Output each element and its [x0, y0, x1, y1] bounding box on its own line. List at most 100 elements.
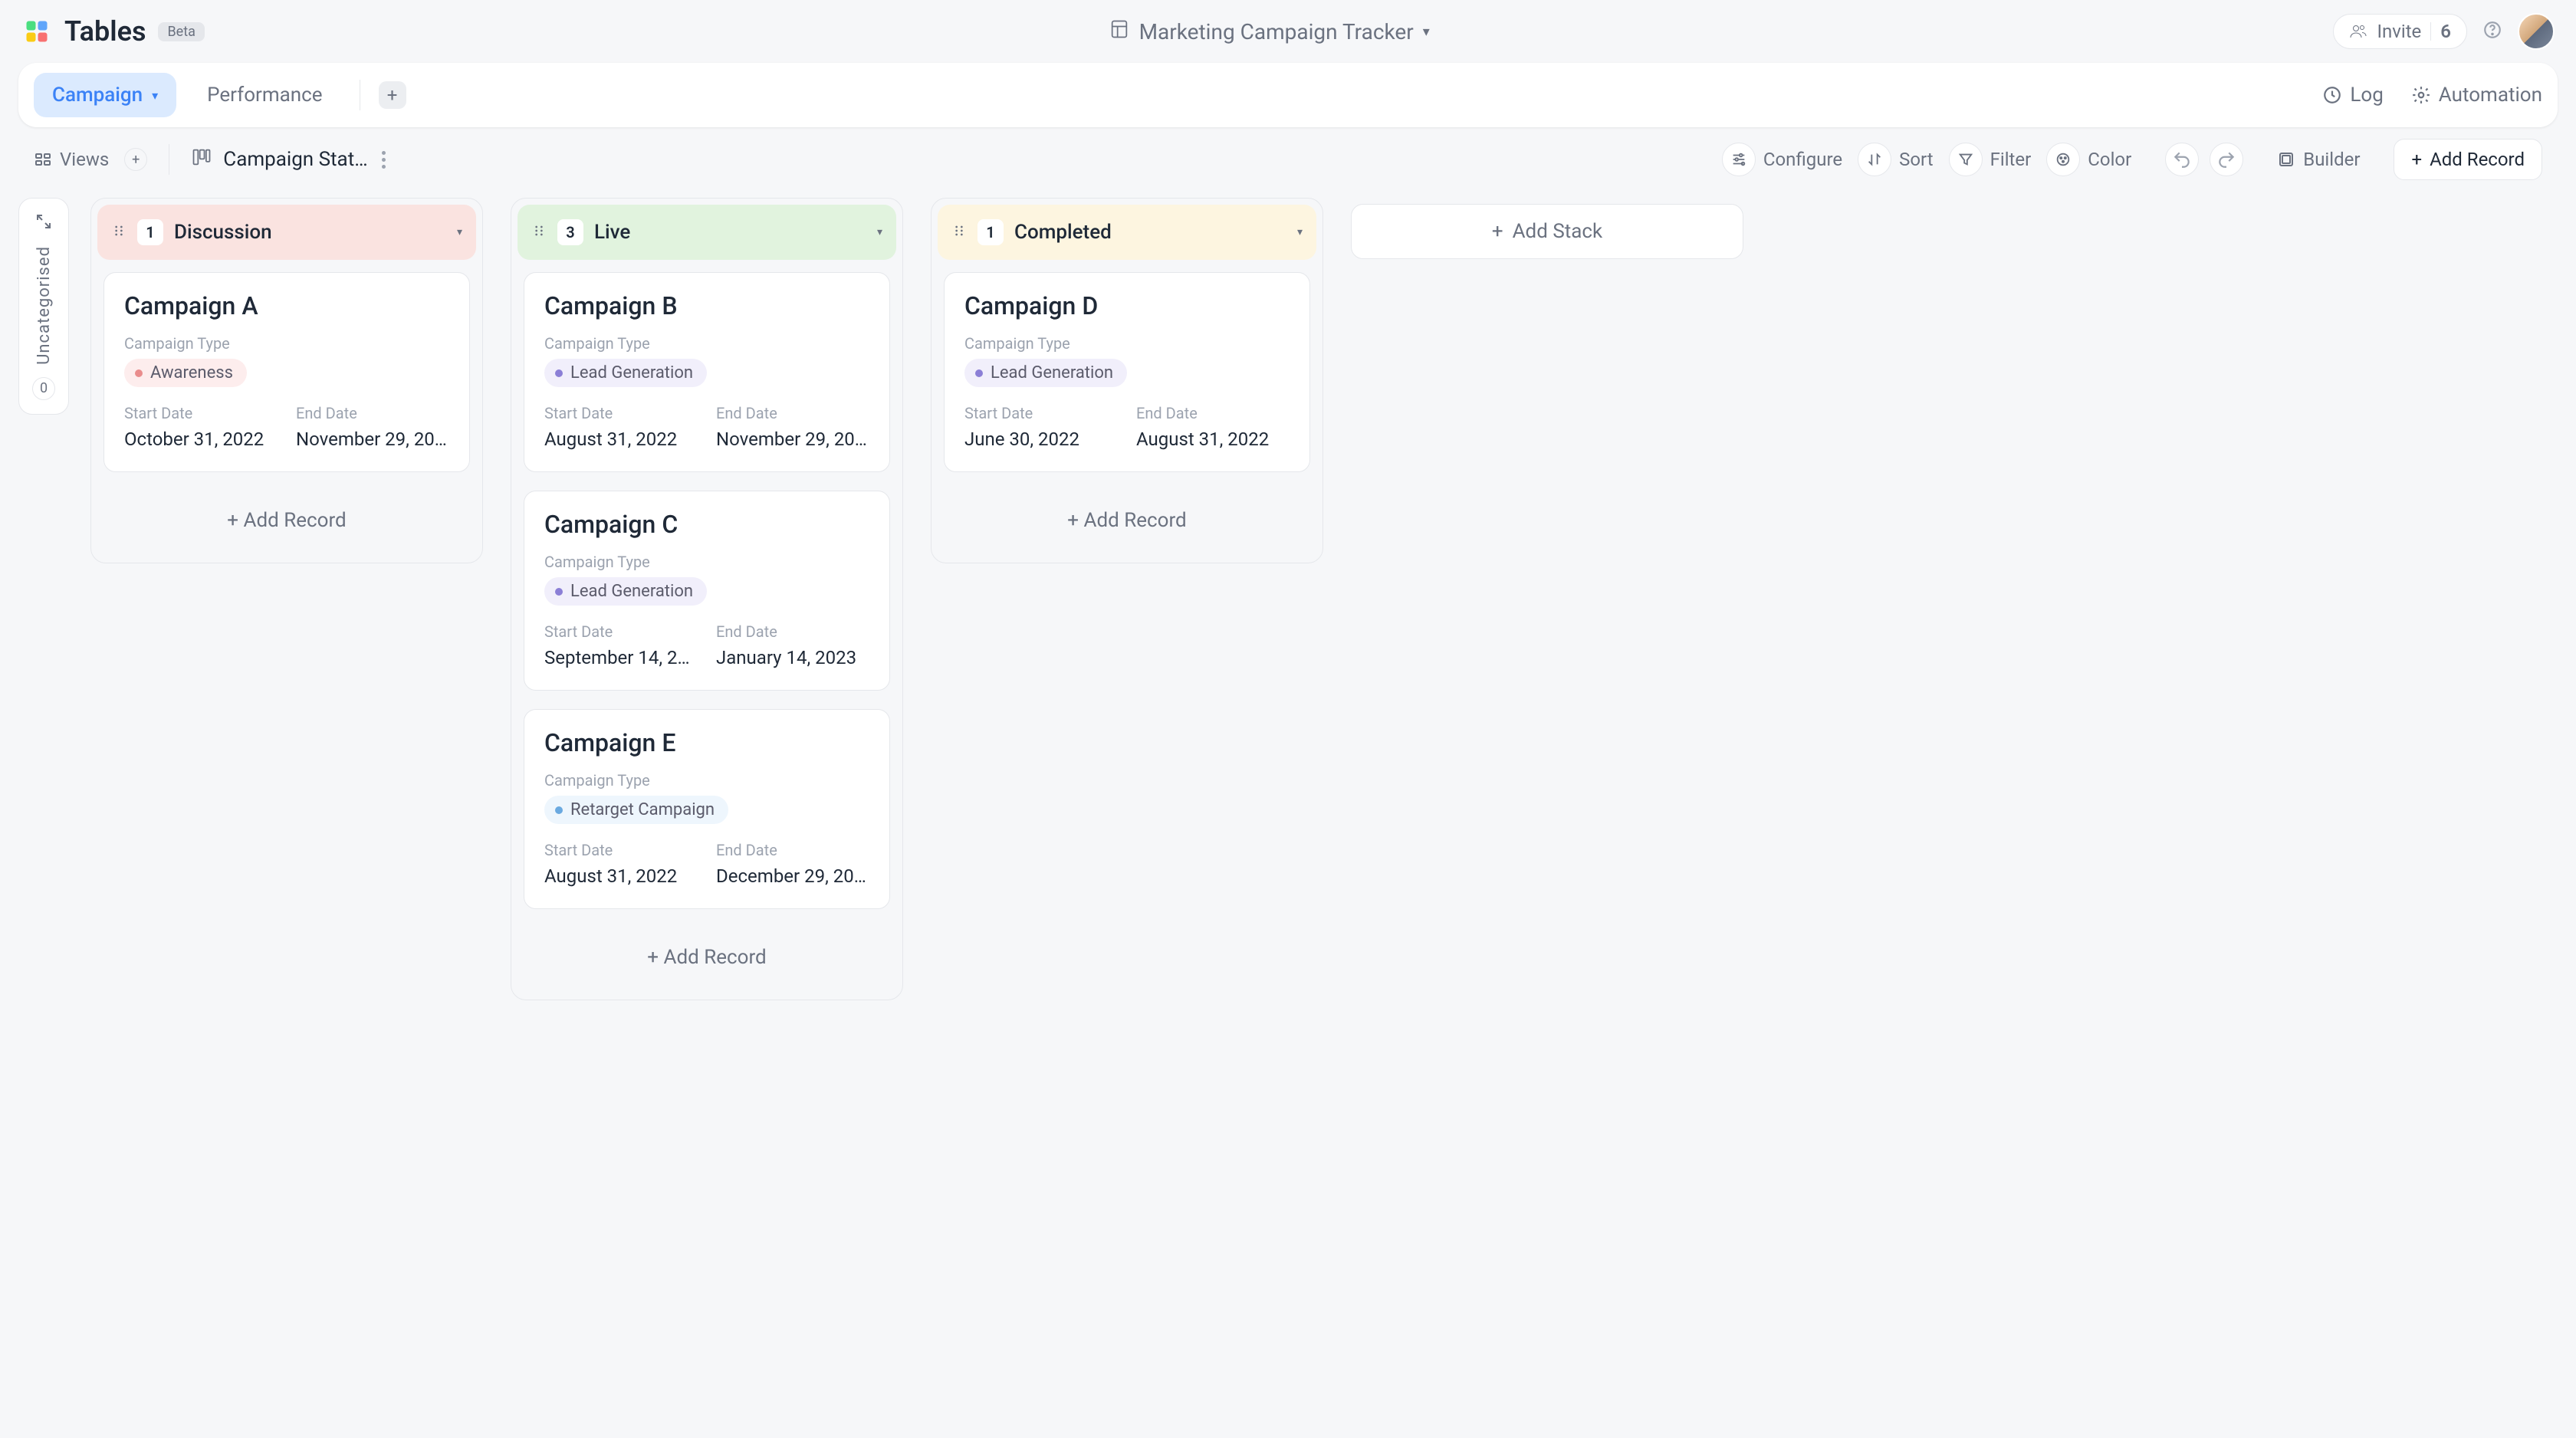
redo-button[interactable]	[2210, 143, 2243, 176]
start-date-value: September 14, 2022	[544, 647, 698, 668]
table-tab-campaign[interactable]: Campaign ▾	[34, 73, 176, 117]
card[interactable]: Campaign B Campaign Type Lead Generation…	[524, 272, 890, 472]
stack-header[interactable]: 1 Discussion ▾	[97, 205, 476, 260]
start-date-value: August 31, 2022	[544, 865, 698, 887]
stack-header[interactable]: 1 Completed ▾	[938, 205, 1316, 260]
stack-add-record-button[interactable]: + Add Record	[944, 491, 1310, 550]
sort-icon	[1858, 143, 1891, 176]
type-value: Awareness	[150, 363, 233, 382]
current-view-name[interactable]: Campaign Stat…	[223, 148, 367, 171]
table-tab-label: Performance	[207, 84, 322, 107]
drag-handle-icon[interactable]	[531, 223, 547, 241]
add-stack-button[interactable]: + Add Stack	[1351, 204, 1743, 259]
stack-title: Discussion	[174, 221, 446, 244]
invite-button[interactable]: Invite 6	[2333, 14, 2467, 49]
tables-tab-bar: Campaign ▾ Performance + Log Automation	[18, 63, 2558, 127]
type-field-label: Campaign Type	[964, 334, 1290, 353]
end-date-label: End Date	[716, 404, 869, 422]
start-date-label: Start Date	[124, 404, 278, 422]
table-tab-performance[interactable]: Performance	[189, 73, 340, 117]
add-view-button[interactable]: +	[124, 148, 147, 171]
beta-badge: Beta	[158, 22, 204, 41]
doc-title[interactable]: Marketing Campaign Tracker	[1139, 19, 1414, 44]
card-title: Campaign E	[544, 728, 869, 757]
chip-dot-icon	[555, 588, 563, 596]
stack-count: 3	[557, 219, 583, 245]
card[interactable]: Campaign E Campaign Type Retarget Campai…	[524, 709, 890, 909]
type-chip: Lead Generation	[544, 577, 707, 606]
end-date-value: December 29, 2022	[716, 865, 869, 887]
app-title: Tables	[64, 15, 146, 48]
stack-header[interactable]: 3 Live ▾	[518, 205, 896, 260]
end-date-label: End Date	[716, 622, 869, 641]
filter-label: Filter	[1990, 149, 2032, 170]
chevron-down-icon[interactable]: ▾	[1297, 226, 1303, 238]
expand-icon[interactable]	[34, 212, 53, 234]
end-date-value: January 14, 2023	[716, 647, 869, 668]
app-logo[interactable]	[21, 16, 52, 47]
uncategorised-rail[interactable]: Uncategorised 0	[18, 198, 69, 415]
log-label: Log	[2350, 84, 2383, 107]
type-field-label: Campaign Type	[544, 771, 869, 790]
start-date-label: Start Date	[544, 622, 698, 641]
start-date-value: August 31, 2022	[544, 428, 698, 450]
type-value: Retarget Campaign	[570, 800, 715, 819]
card[interactable]: Campaign A Campaign Type Awareness Start…	[104, 272, 470, 472]
stack-add-record-button[interactable]: + Add Record	[524, 927, 890, 987]
stack-body: Campaign A Campaign Type Awareness Start…	[91, 266, 482, 484]
undo-button[interactable]	[2165, 143, 2199, 176]
type-value: Lead Generation	[991, 363, 1113, 382]
color-button[interactable]: Color	[2046, 143, 2131, 176]
filter-button[interactable]: Filter	[1949, 143, 2032, 176]
card[interactable]: Campaign D Campaign Type Lead Generation…	[944, 272, 1310, 472]
configure-button[interactable]: Configure	[1722, 143, 1842, 176]
table-tab-label: Campaign	[52, 84, 143, 107]
card[interactable]: Campaign C Campaign Type Lead Generation…	[524, 491, 890, 691]
chevron-down-icon[interactable]: ▾	[877, 226, 882, 238]
help-icon[interactable]	[2482, 20, 2502, 43]
view-menu-button[interactable]	[379, 148, 389, 172]
add-record-label: Add Record	[2430, 149, 2525, 170]
stack-body: Campaign D Campaign Type Lead Generation…	[932, 266, 1322, 484]
builder-label: Builder	[2303, 149, 2360, 170]
sort-button[interactable]: Sort	[1858, 143, 1934, 176]
start-date-label: Start Date	[544, 841, 698, 859]
card-title: Campaign A	[124, 291, 449, 320]
type-chip: Awareness	[124, 359, 247, 387]
chevron-down-icon[interactable]: ▾	[457, 226, 462, 238]
drag-handle-icon[interactable]	[951, 223, 967, 241]
plus-icon: +	[1492, 220, 1503, 243]
drag-handle-icon[interactable]	[111, 223, 127, 241]
builder-button[interactable]: Builder	[2277, 149, 2360, 170]
end-date-value: August 31, 2022	[1136, 428, 1290, 450]
add-record-button[interactable]: + Add Record	[2394, 139, 2542, 180]
sort-label: Sort	[1899, 149, 1934, 170]
start-date-label: Start Date	[964, 404, 1118, 422]
automation-button[interactable]: Automation	[2411, 84, 2542, 107]
card-title: Campaign D	[964, 291, 1290, 320]
stack-discussion: 1 Discussion ▾ Campaign A Campaign Type …	[90, 198, 483, 563]
configure-icon	[1722, 143, 1756, 176]
uncategorised-label: Uncategorised	[34, 246, 54, 365]
add-table-button[interactable]: +	[379, 81, 406, 109]
automation-label: Automation	[2439, 84, 2542, 107]
card-title: Campaign C	[544, 510, 869, 539]
stack-live: 3 Live ▾ Campaign B Campaign Type Lead G…	[511, 198, 903, 1000]
start-date-value: October 31, 2022	[124, 428, 278, 450]
invite-count: 6	[2440, 21, 2451, 42]
views-button[interactable]: Views	[34, 149, 109, 170]
user-avatar[interactable]	[2518, 13, 2555, 50]
type-value: Lead Generation	[570, 363, 693, 382]
stack-add-record-button[interactable]: + Add Record	[104, 491, 470, 550]
card-title: Campaign B	[544, 291, 869, 320]
log-button[interactable]: Log	[2322, 84, 2383, 107]
board: Uncategorised 0 1 Discussion ▾ Campaign …	[0, 192, 2576, 1019]
type-field-label: Campaign Type	[544, 553, 869, 571]
start-date-label: Start Date	[544, 404, 698, 422]
chip-dot-icon	[555, 369, 563, 377]
start-date-value: June 30, 2022	[964, 428, 1118, 450]
filter-icon	[1949, 143, 1983, 176]
invite-divider	[2430, 22, 2431, 41]
chevron-down-icon: ▾	[152, 88, 158, 103]
doc-title-caret-icon[interactable]: ▾	[1423, 24, 1430, 40]
